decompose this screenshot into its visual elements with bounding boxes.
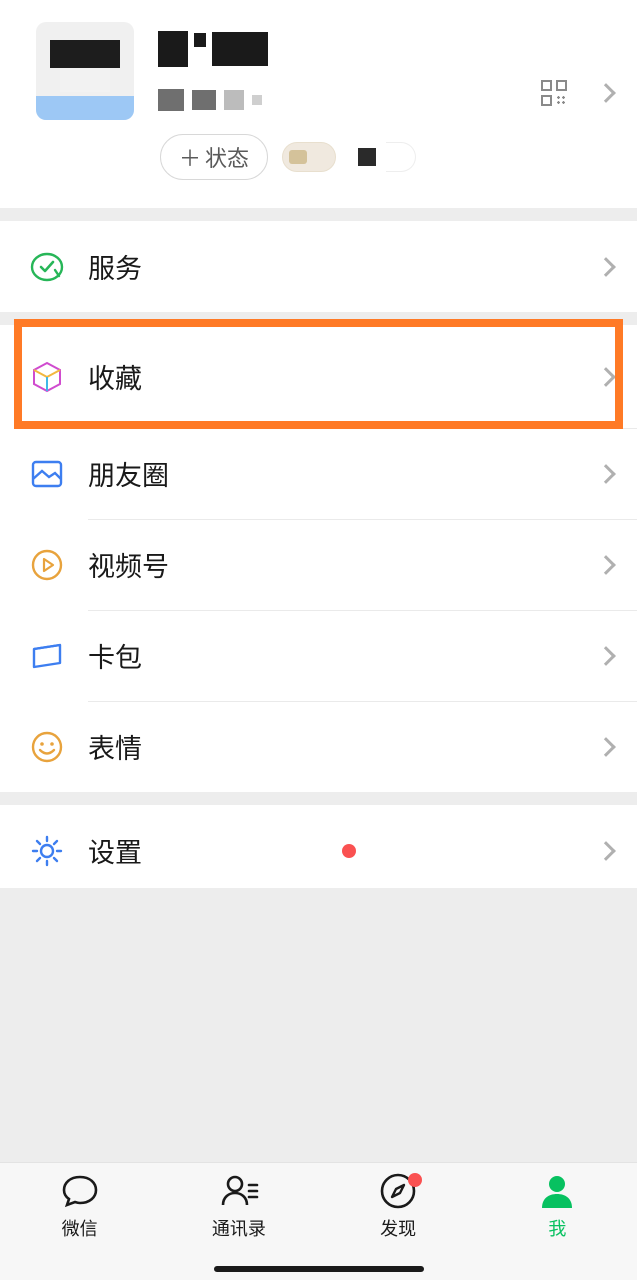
profile-nickname [158,31,541,67]
status-button-label: 状态 [205,141,249,173]
cube-icon [28,358,66,396]
tab-discover[interactable]: 发现 [319,1171,478,1280]
menu-item-label: 朋友圈 [88,454,599,493]
chevron-right-icon [596,646,616,666]
chevron-right-icon [596,555,616,575]
menu-item-cards[interactable]: 卡包 [0,610,637,701]
tab-label: 我 [548,1215,566,1241]
tab-label: 通讯录 [212,1215,266,1241]
payment-check-icon [28,248,66,286]
notification-dot [342,844,356,858]
chevron-right-icon [596,257,616,277]
qr-code-icon[interactable] [541,80,567,106]
plus-icon: ＋ [179,141,201,173]
background-filler [0,888,637,1162]
menu-item-label: 表情 [88,727,599,766]
tab-bar: 微信 通讯录 发现 我 [0,1162,637,1280]
contacts-icon [219,1171,259,1211]
menu-item-label: 服务 [88,247,599,286]
menu-group-content: 收藏 朋友圈 视频号 卡包 [0,325,637,792]
chevron-right-icon [596,841,616,861]
menu-item-settings[interactable]: 设置 [0,805,637,896]
gear-icon [28,832,66,870]
chevron-right-icon [596,464,616,484]
profile-wechat-id [158,89,541,111]
gallery-icon [28,455,66,493]
chevron-right-icon [596,367,616,387]
menu-group-services: 服务 [0,221,637,312]
menu-item-label: 卡包 [88,636,599,675]
chat-bubble-icon [60,1171,100,1211]
smiley-icon [28,728,66,766]
menu-item-label: 收藏 [88,357,599,396]
menu-group-settings: 设置 [0,805,637,896]
profile-header[interactable]: ＋ 状态 [0,0,637,208]
menu-item-channels[interactable]: 视频号 [0,519,637,610]
tab-me[interactable]: 我 [478,1171,637,1280]
menu-item-label: 视频号 [88,545,599,584]
card-wallet-icon [28,637,66,675]
tab-contacts[interactable]: 通讯录 [159,1171,318,1280]
menu-item-moments[interactable]: 朋友圈 [0,428,637,519]
menu-item-favorites[interactable]: 收藏 [0,325,637,428]
menu-item-label: 设置 [88,831,332,870]
person-icon [537,1171,577,1211]
menu-item-services[interactable]: 服务 [0,221,637,312]
menu-item-stickers[interactable]: 表情 [0,701,637,792]
tab-chats[interactable]: 微信 [0,1171,159,1280]
avatar[interactable] [36,22,134,120]
play-circle-icon [28,546,66,584]
tab-label: 微信 [62,1215,98,1241]
notification-dot [408,1173,422,1187]
tab-label: 发现 [380,1215,416,1241]
chevron-right-icon [596,737,616,757]
status-button[interactable]: ＋ 状态 [160,134,268,180]
chevron-right-icon [596,83,616,103]
home-indicator [214,1266,424,1272]
